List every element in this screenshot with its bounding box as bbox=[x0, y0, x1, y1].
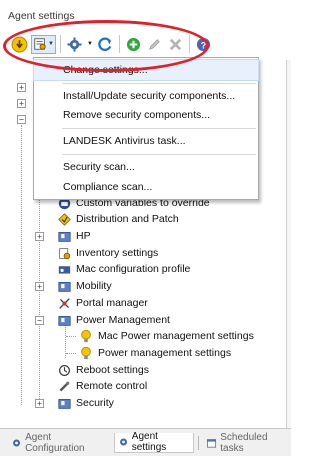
portal-icon bbox=[57, 296, 71, 310]
menu-item-change-settings[interactable]: Change settings... bbox=[33, 59, 259, 81]
tree-expander[interactable]: + bbox=[35, 399, 44, 408]
calendar-icon bbox=[207, 438, 217, 448]
tab-agent-configuration[interactable]: Agent Configuration bbox=[8, 432, 110, 454]
vertical-splitter[interactable] bbox=[286, 60, 291, 428]
toolbar-separator bbox=[189, 35, 190, 53]
gear-icon bbox=[13, 439, 21, 446]
menu-separator bbox=[62, 128, 256, 129]
tree-expander[interactable]: − bbox=[17, 115, 26, 124]
toolbar-separator bbox=[119, 35, 120, 53]
lightbulb-icon bbox=[79, 346, 93, 360]
tree-item-security[interactable]: Security bbox=[57, 395, 114, 411]
delete-icon[interactable] bbox=[166, 35, 185, 54]
menu-item-compliance-scan[interactable]: Compliance scan... bbox=[34, 177, 258, 197]
tree-guide-line bbox=[39, 200, 40, 405]
tree-guide-line bbox=[66, 336, 76, 337]
lightbulb-icon bbox=[79, 329, 93, 343]
menu-item-remove-security[interactable]: Remove security components... bbox=[34, 105, 258, 125]
tree-item-mac-configuration-profile[interactable]: Mac configuration profile bbox=[57, 261, 190, 277]
tree-item-reboot-settings[interactable]: Reboot settings bbox=[57, 362, 149, 378]
chevron-down-icon: ▼ bbox=[48, 41, 54, 47]
tree-item-portal-manager[interactable]: Portal manager bbox=[57, 295, 148, 311]
menu-item-install-update-security[interactable]: Install/Update security components... bbox=[34, 86, 258, 106]
toolbar-separator bbox=[60, 35, 61, 53]
tab-scheduled-tasks[interactable]: Scheduled tasks bbox=[203, 432, 291, 454]
folder-icon bbox=[57, 229, 71, 243]
bottom-tab-bar: Agent Configuration Agent settings Sched… bbox=[0, 428, 291, 456]
tree-item-mac-power-management-settings[interactable]: Mac Power management settings bbox=[79, 328, 254, 344]
lightbulb-icon[interactable] bbox=[10, 35, 29, 54]
tree-item-inventory-settings[interactable]: Inventory settings bbox=[57, 245, 158, 261]
menu-item-landesk-antivirus-task[interactable]: LANDESK Antivirus task... bbox=[34, 131, 258, 151]
menu-item-security-scan[interactable]: Security scan... bbox=[34, 157, 258, 177]
tree-item-hp[interactable]: HP bbox=[57, 228, 91, 244]
folder-icon bbox=[57, 313, 71, 327]
tree-item-power-management[interactable]: Power Management bbox=[57, 312, 170, 328]
folder-icon bbox=[57, 396, 71, 410]
settings-dropdown-menu: Change settings... Install/Update securi… bbox=[33, 57, 259, 200]
tab-separator bbox=[198, 435, 200, 450]
tree-expander[interactable]: + bbox=[35, 282, 44, 291]
tree-item-distribution-patch[interactable]: Distribution and Patch bbox=[57, 211, 179, 227]
tab-agent-settings[interactable]: Agent settings bbox=[113, 431, 195, 453]
diamond-icon bbox=[57, 212, 71, 226]
gear-icon[interactable] bbox=[65, 35, 84, 54]
menu-separator bbox=[62, 154, 256, 155]
edit-icon[interactable] bbox=[145, 35, 164, 54]
menu-separator bbox=[62, 83, 256, 84]
tree-guide-line bbox=[66, 353, 76, 354]
gear-dropdown-arrow-icon[interactable]: ▼ bbox=[86, 35, 94, 54]
tree-item-mobility[interactable]: Mobility bbox=[57, 278, 112, 294]
add-icon[interactable] bbox=[124, 35, 143, 54]
remote-icon bbox=[57, 379, 71, 393]
mac-icon bbox=[57, 262, 71, 276]
tree-expander[interactable]: − bbox=[35, 316, 44, 325]
tree-guide-line bbox=[21, 125, 22, 405]
folder-icon bbox=[57, 279, 71, 293]
inventory-icon bbox=[57, 246, 71, 260]
tree-item-remote-control[interactable]: Remote control bbox=[57, 378, 147, 394]
refresh-icon[interactable] bbox=[96, 35, 115, 54]
panel-title: Agent settings bbox=[8, 10, 75, 22]
tree-expander[interactable]: + bbox=[35, 232, 44, 241]
help-icon[interactable]: ? bbox=[194, 35, 213, 54]
reboot-icon bbox=[57, 363, 71, 377]
tree-item-power-management-settings[interactable]: Power management settings bbox=[79, 345, 231, 361]
gear-icon bbox=[119, 438, 127, 446]
tree-expander[interactable]: + bbox=[17, 99, 26, 108]
tree-expander[interactable]: + bbox=[17, 83, 26, 92]
settings-dropdown-icon bbox=[34, 38, 46, 50]
svg-text:?: ? bbox=[201, 40, 207, 50]
toolbar: ▼ ▼ ? bbox=[10, 31, 213, 57]
settings-dropdown-button[interactable]: ▼ bbox=[31, 34, 56, 54]
